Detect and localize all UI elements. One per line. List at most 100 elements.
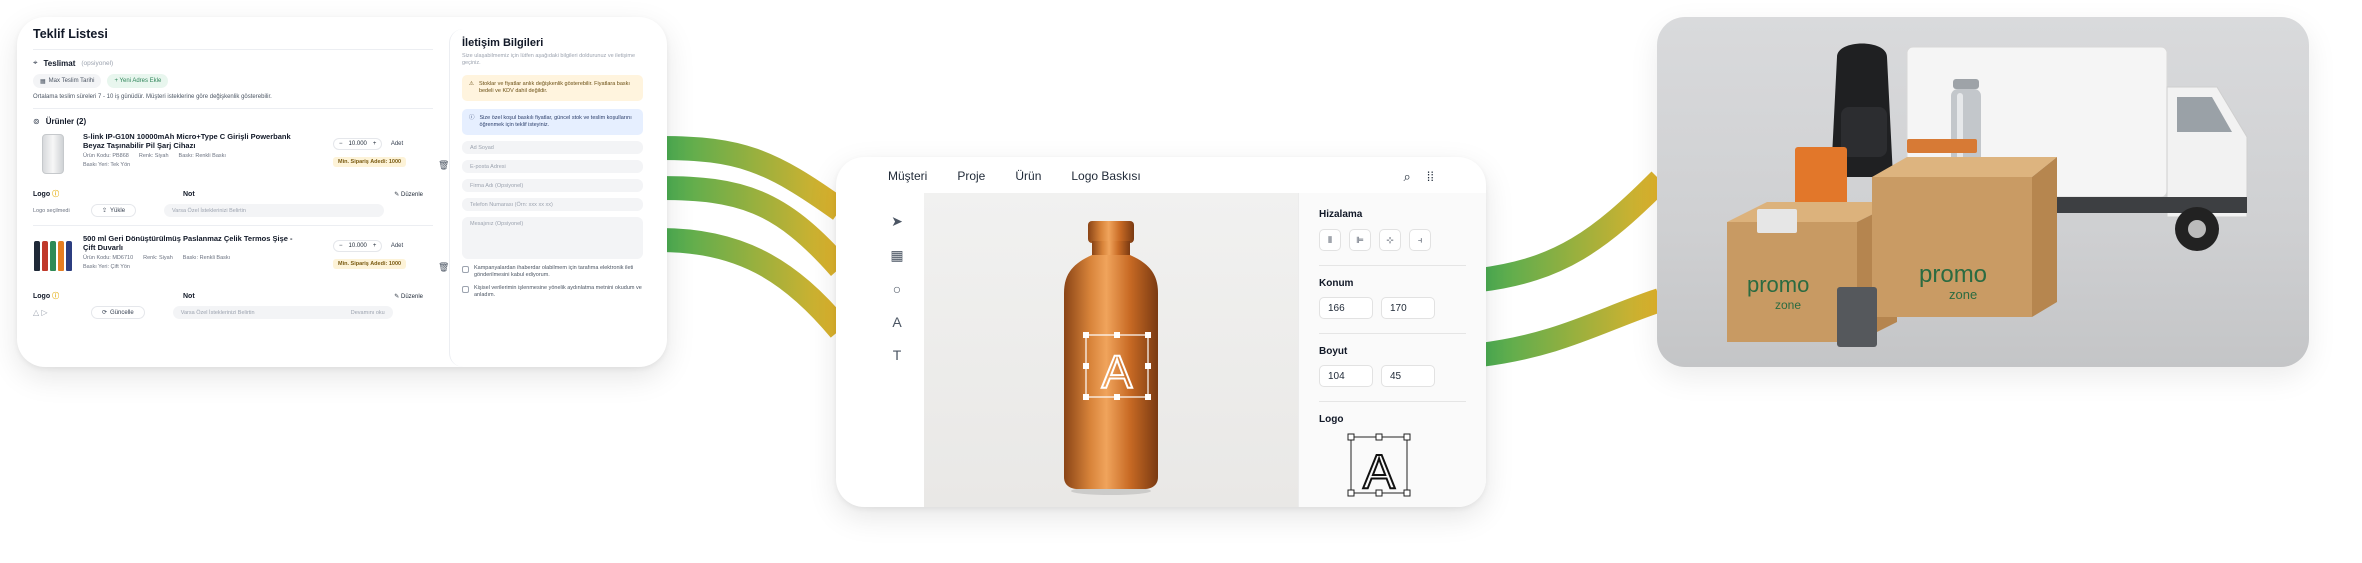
powerbank-image	[33, 132, 73, 176]
product-print-area: Baskı Yeri: Çift Yön	[83, 264, 130, 270]
bottle-mockup: A	[1064, 221, 1158, 495]
design-canvas[interactable]: A	[924, 193, 1298, 507]
align-buttons: ⫴ ⊫ ⊹ ⫞	[1319, 229, 1466, 251]
upload-row: Logo seçilmedi ⇪ Yükle Varsa Özel İstekle…	[33, 204, 433, 217]
product-qty-area: −10.000 + Adet Min. Sipariş Adedi: 1000	[333, 132, 443, 168]
box-icon: ⊚	[33, 117, 40, 126]
properties-panel: Hizalama ⫴ ⊫ ⊹ ⫞ Konum 166 170 Boyut 104…	[1298, 193, 1486, 507]
note-input[interactable]: Varsa Özel İsteklerinizi Belirtin	[164, 204, 385, 217]
quote-panel: Teklif Listesi ⌖ Teslimat (opsiyonel) ▦ M…	[17, 17, 449, 367]
circle-icon[interactable]: ○	[893, 281, 901, 297]
bottles-image	[33, 234, 73, 278]
max-date-chip[interactable]: ▦ Max Teslim Tarihi	[33, 74, 102, 88]
nav-project[interactable]: Proje	[957, 169, 985, 183]
delivery-photo-card: promo zone promo zone	[1657, 17, 2309, 367]
divider	[33, 225, 433, 226]
product-color: Renk: Siyah	[138, 153, 169, 159]
note-input[interactable]: Varsa Özel İsteklerinizi Belirtin Devamın…	[172, 306, 393, 319]
products-header: ⊚ Ürünler (2)	[33, 117, 433, 126]
text-icon[interactable]: T	[893, 347, 902, 363]
svg-text:A: A	[1102, 346, 1133, 398]
grid-icon[interactable]: ▦	[890, 247, 903, 264]
warning-icon: ⚠	[469, 81, 474, 87]
company-field[interactable]: Firma Adı (Opsiyonel)	[462, 179, 643, 192]
product-print-area: Baskı Yeri: Tek Yön	[83, 162, 131, 168]
add-address-chip[interactable]: + Yeni Adres Ekle	[107, 74, 169, 88]
calendar-icon: ▦	[40, 78, 46, 85]
nav-actions: ⌕ ⁞⁞	[1403, 169, 1434, 185]
delivery-optional: (opsiyonel)	[81, 59, 114, 67]
apps-grid-icon[interactable]: ⁞⁞	[1427, 169, 1434, 185]
size-label: Boyut	[1319, 346, 1348, 357]
product-info: 500 ml Geri Dönüştürülmüş Paslanmaz Çeli…	[83, 234, 293, 270]
privacy-consent[interactable]: Kişisel verilerimin işlenmesine yönelik …	[462, 285, 643, 299]
brand-logo-left: promo	[1747, 272, 1809, 297]
quantity-stepper[interactable]: −10.000 +	[333, 240, 383, 252]
plus-icon[interactable]: +	[373, 243, 377, 249]
qty-value: 10.000	[348, 141, 367, 147]
align-center-icon[interactable]: ⊫	[1349, 229, 1371, 251]
checkbox[interactable]	[462, 286, 469, 293]
minus-icon[interactable]: −	[339, 243, 343, 249]
product-name: S-link IP-G10N 10000mAh Micro+Type C Gir…	[83, 132, 291, 150]
plus-icon[interactable]: +	[373, 141, 377, 147]
delivery-note: Ortalama teslim süreleri 7 - 10 iş günüd…	[33, 94, 272, 100]
warning-alert: ⚠ Stoklar ve fiyatlar anlık değişkenlik g…	[462, 75, 643, 101]
upload-row: △ ▷ ⟳ Güncelle Varsa Özel İsteklerinizi B…	[33, 306, 433, 319]
product-meta: Ürün Kodu: PB868 Renk: Siyah Baskı: Renk…	[83, 153, 293, 159]
message-field[interactable]: Mesajınız (Opsiyonel)	[462, 217, 643, 259]
product-meta-2: Baskı Yeri: Çift Yön	[83, 264, 293, 270]
location-pin-icon: ⌖	[33, 58, 38, 67]
note-label: Not	[183, 292, 195, 300]
product-print: Baskı: Renkli Baskı	[182, 255, 231, 261]
quantity-stepper[interactable]: −10.000 +	[333, 138, 383, 150]
upload-button[interactable]: ⇪ Yükle	[91, 204, 137, 217]
email-field[interactable]: E-posta Adresi	[462, 160, 643, 173]
divider	[1319, 333, 1466, 334]
contact-title: İletişim Bilgileri	[462, 37, 544, 49]
logo-preview[interactable]: A	[1345, 431, 1415, 501]
tool-bar: ➤ ▦ ○ A T	[888, 213, 906, 363]
minus-icon[interactable]: −	[339, 141, 343, 147]
edit-button[interactable]: ✎ Düzenle	[394, 191, 423, 198]
product-code: Ürün Kodu: PB868	[83, 153, 129, 159]
divider	[33, 108, 433, 109]
qty-unit: Adet	[390, 243, 404, 249]
brand-logo-left-sub: zone	[1775, 298, 1801, 312]
trash-icon[interactable]: 🗑	[438, 160, 449, 171]
update-button[interactable]: ⟳ Güncelle	[91, 306, 145, 319]
edit-button[interactable]: ✎ Düzenle	[394, 293, 423, 300]
read-more-link[interactable]: Devamını oku	[351, 310, 385, 316]
name-field[interactable]: Ad Soyad	[462, 141, 643, 154]
nav-product[interactable]: Ürün	[1015, 169, 1041, 183]
size-height-input[interactable]: 45	[1381, 365, 1435, 387]
product-info: S-link IP-G10N 10000mAh Micro+Type C Gir…	[83, 132, 293, 168]
cursor-icon[interactable]: ➤	[891, 213, 903, 230]
powerbank-image	[1757, 209, 1797, 233]
nav-customer[interactable]: Müşteri	[888, 169, 927, 183]
refresh-icon: ⟳	[102, 310, 108, 316]
logo-thumbnails: △ ▷	[33, 308, 83, 317]
distribute-icon[interactable]: ⊹	[1379, 229, 1401, 251]
cardboard-boxes: promo zone promo zone	[1727, 157, 2057, 342]
align-right-icon[interactable]: ⫞	[1409, 229, 1431, 251]
position-y-input[interactable]: 170	[1381, 297, 1435, 319]
delivery-illustration: promo zone promo zone	[1727, 43, 2248, 347]
checkbox[interactable]	[462, 266, 469, 273]
product-color: Renk: Siyah	[143, 255, 173, 261]
a-icon[interactable]: A	[892, 314, 901, 330]
product-row: 500 ml Geri Dönüştürülmüş Paslanmaz Çeli…	[33, 234, 449, 290]
nav-logo-print[interactable]: Logo Baskısı	[1071, 169, 1140, 183]
size-width-input[interactable]: 104	[1319, 365, 1373, 387]
logo-label: Logo ⓘ	[33, 293, 60, 300]
phone-field[interactable]: Telefon Numarası (Örn: xxx xx xx)	[462, 198, 643, 211]
size-inputs: 104 45	[1319, 365, 1466, 387]
moq-badge: Min. Sipariş Adedi: 1000	[333, 259, 407, 269]
campaign-consent[interactable]: Kampanyalardan ihaberdar olabilmem için …	[462, 265, 643, 279]
search-icon[interactable]: ⌕	[1403, 169, 1410, 185]
position-x-input[interactable]: 166	[1319, 297, 1373, 319]
align-left-icon[interactable]: ⫴	[1319, 229, 1341, 251]
product-meta-2: Baskı Yeri: Tek Yön	[83, 162, 293, 168]
logo-note-header: Logo ⓘ Not ✎ Düzenle	[33, 290, 433, 302]
trash-icon[interactable]: 🗑	[438, 262, 449, 273]
